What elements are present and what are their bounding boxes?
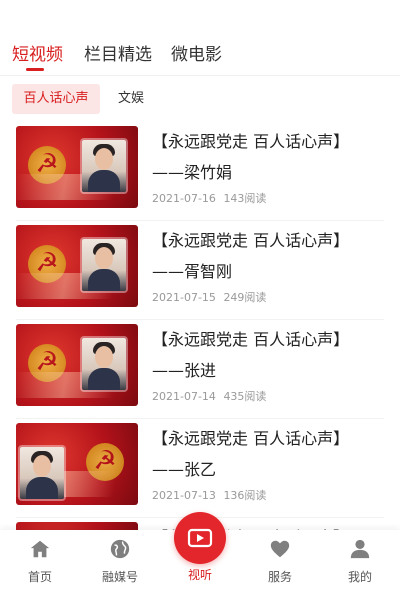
video-date: 2021-07-14 <box>152 390 216 403</box>
subtab-entertainment[interactable]: 文娱 <box>118 84 144 114</box>
speaker-photo <box>82 239 126 291</box>
photo-face <box>95 148 113 170</box>
tab-column-picks[interactable]: 栏目精选 <box>84 40 152 65</box>
photo-face <box>95 346 113 368</box>
nav-service[interactable]: 服务 <box>240 538 320 585</box>
video-meta: 2021-07-13 136阅读 <box>152 487 266 503</box>
nav-media[interactable]: 融媒号 <box>80 538 160 585</box>
video-title-line1: 【永远跟党走 百人话心声】 <box>152 231 350 250</box>
video-thumbnail[interactable] <box>16 324 138 406</box>
video-meta: 2021-07-15 249阅读 <box>152 289 266 305</box>
video-title-line1: 【永远跟党走 百人话心声】 <box>152 429 350 448</box>
nav-home-label: 首页 <box>27 570 52 584</box>
video-title-line2: ——张进 <box>152 361 217 380</box>
video-thumbnail[interactable] <box>16 126 138 208</box>
video-title-line2: ——胥智刚 <box>152 262 233 281</box>
video-title-line1: 【永远跟党走 百人话心声】 <box>152 132 350 151</box>
nav-audiovisual[interactable] <box>174 512 226 564</box>
video-title[interactable]: 【永远跟党走 百人话心声】 ——张乙 <box>152 423 388 485</box>
video-item[interactable]: 【永远跟党走 百人话心声】 ——梁竹娟 2021-07-16 143阅读 <box>0 122 400 221</box>
nav-home[interactable]: 首页 <box>0 538 80 585</box>
speaker-photo <box>82 140 126 192</box>
photo-body <box>88 269 120 291</box>
nav-audiovisual-label[interactable]: 视听 <box>160 566 240 583</box>
user-icon <box>350 539 370 559</box>
top-tab-bar: 短视频 栏目精选 微电影 <box>0 0 400 75</box>
video-item[interactable]: 【永远跟党走 百人话心声】 ——张乙 2021-07-13 136阅读 <box>0 419 400 518</box>
video-title[interactable]: 【永远跟党走 百人话心声】 ——梁竹娟 <box>152 126 388 188</box>
subtab-hundred-voices[interactable]: 百人话心声 <box>12 84 100 114</box>
video-icon <box>187 528 213 548</box>
speaker-photo <box>82 338 126 390</box>
video-title-line2: ——梁竹娟 <box>152 163 233 182</box>
video-title-line1: 【永远跟党走 百人话心声】 <box>152 330 350 349</box>
video-meta: 2021-07-16 143阅读 <box>152 190 266 206</box>
video-thumbnail[interactable] <box>16 225 138 307</box>
video-reads: 143阅读 <box>223 192 267 205</box>
video-title-line2: ——张乙 <box>152 460 217 479</box>
video-reads: 249阅读 <box>223 291 267 304</box>
speaker-photo <box>20 447 64 499</box>
video-item[interactable]: 【永远跟党走 百人话心声】 ——张进 2021-07-14 435阅读 <box>0 320 400 419</box>
header-divider <box>0 75 400 76</box>
nav-service-label: 服务 <box>267 570 292 584</box>
tab-micro-film[interactable]: 微电影 <box>171 40 222 65</box>
video-meta: 2021-07-14 435阅读 <box>152 388 266 404</box>
nav-mine[interactable]: 我的 <box>320 538 400 585</box>
video-reads: 136阅读 <box>223 489 267 502</box>
photo-body <box>88 368 120 390</box>
bottom-nav-bar: 首页 融媒号 视听 服务 我的 <box>0 512 400 600</box>
video-date: 2021-07-15 <box>152 291 216 304</box>
nav-mine-label: 我的 <box>347 570 372 584</box>
home-icon <box>30 540 50 558</box>
video-date: 2021-07-16 <box>152 192 216 205</box>
photo-face <box>33 455 51 477</box>
photo-body <box>88 170 120 192</box>
video-thumbnail[interactable] <box>16 423 138 505</box>
video-item[interactable]: 【永远跟党走 百人话心声】 ——胥智刚 2021-07-15 249阅读 <box>0 221 400 320</box>
globe-icon <box>110 539 130 559</box>
video-date: 2021-07-13 <box>152 489 216 502</box>
video-title[interactable]: 【永远跟党走 百人话心声】 ——张进 <box>152 324 388 386</box>
photo-face <box>95 247 113 269</box>
video-reads: 435阅读 <box>223 390 267 403</box>
video-list: 【永远跟党走 百人话心声】 ——梁竹娟 2021-07-16 143阅读 【永远… <box>0 122 400 532</box>
photo-body <box>26 477 58 499</box>
nav-media-label: 融媒号 <box>101 570 138 584</box>
video-title[interactable]: 【永远跟党走 百人话心声】 ——胥智刚 <box>152 225 388 287</box>
heart-icon <box>270 540 290 558</box>
tab-short-video[interactable]: 短视频 <box>12 40 63 65</box>
active-tab-indicator <box>26 68 44 71</box>
